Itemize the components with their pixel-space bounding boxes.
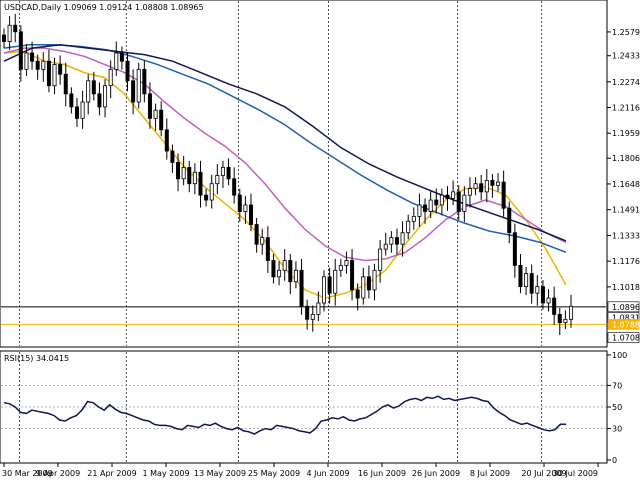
- time-label-8: 26 Jun 2009: [412, 469, 460, 478]
- rsi-axis: 100 70 50 30 0: [607, 351, 627, 465]
- time-label-5: 25 May 2009: [248, 469, 300, 478]
- price-axis: 1.25790 1.24335 1.22740 1.21165 1.19590 1.180…: [607, 28, 640, 292]
- price-tick-label-6: 1.16485: [612, 180, 640, 189]
- price-tick-label-5: 1.18060: [612, 154, 640, 163]
- price-tick-label-3: 1.21165: [612, 103, 640, 112]
- price-tick-label-4: 1.19590: [612, 129, 640, 138]
- time-label-1: 9 Apr 2009: [36, 469, 80, 478]
- price-labels: 1.089651.083101.078871.07080: [607, 301, 640, 343]
- rsi-tick-label-0: 100: [612, 351, 627, 360]
- price-tick-label-2: 1.22740: [612, 78, 640, 87]
- price-tick-label-1: 1.24335: [612, 52, 640, 61]
- time-label-4: 13 May 2009: [194, 469, 246, 478]
- time-label-9: 8 Jul 2009: [470, 469, 510, 478]
- price-label-3: 1.07080: [607, 332, 640, 343]
- rsi-panel: [0, 350, 608, 464]
- price-tick-label-8: 1.13335: [612, 231, 640, 240]
- price-tick-label-0: 1.25790: [612, 28, 640, 37]
- forex-chart: 1.25790 1.24335 1.22740 1.21165 1.19590 1.180…: [0, 0, 640, 478]
- price-tick-label-9: 1.11760: [612, 257, 640, 266]
- rsi-header: RSI(15) 34.0415: [4, 354, 69, 363]
- price-label-2: 1.07887: [607, 319, 640, 330]
- time-label-2: 21 Apr 2009: [87, 469, 136, 478]
- time-label-3: 1 May 2009: [142, 469, 189, 478]
- rsi-tick-label-2: 50: [612, 403, 622, 412]
- svg-text:1.07887: 1.07887: [612, 320, 640, 329]
- rsi-tick-label-3: 30: [612, 425, 622, 434]
- svg-text:1.07080: 1.07080: [612, 334, 640, 343]
- chart-window: 1.25790 1.24335 1.22740 1.21165 1.19590 1.180…: [0, 0, 640, 480]
- price-tick-label-7: 1.14910: [612, 206, 640, 215]
- candle-24: [136, 62, 141, 109]
- svg-text:1.08965: 1.08965: [612, 303, 640, 312]
- time-label-6: 4 Jun 2009: [306, 469, 349, 478]
- time-label-7: 16 Jun 2009: [358, 469, 406, 478]
- symbol-header: USDCAD,Daily 1.09069 1.09124 1.08808 1.0…: [4, 3, 204, 12]
- rsi-tick-label-1: 70: [612, 381, 622, 390]
- rsi-tick-label-4: 0: [612, 456, 617, 465]
- time-label-11: 30 Jul 2009: [553, 469, 598, 478]
- price-tick-label-10: 1.10185: [612, 283, 640, 292]
- price-label-0: 1.08965: [607, 301, 640, 313]
- time-axis: 30 Mar 20099 Apr 2009 21 Apr 2009 1 May 20…: [2, 463, 599, 478]
